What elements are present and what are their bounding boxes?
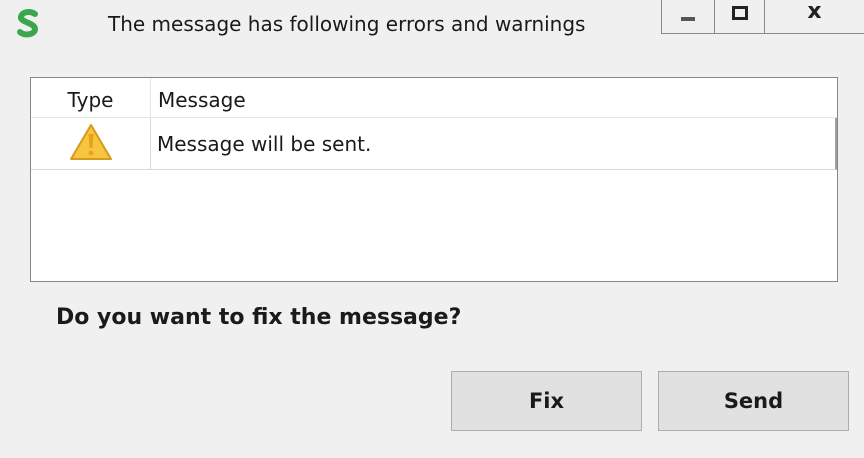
fix-prompt-text: Do you want to fix the message? bbox=[56, 305, 462, 330]
close-icon: x bbox=[807, 0, 822, 24]
column-header-type[interactable]: Type bbox=[31, 78, 151, 118]
minimize-icon bbox=[681, 16, 695, 21]
maximize-button[interactable] bbox=[714, 0, 764, 34]
maximize-icon bbox=[731, 5, 748, 20]
window-title: The message has following errors and war… bbox=[108, 12, 586, 36]
column-header-message[interactable]: Message bbox=[152, 78, 837, 118]
minimize-button[interactable] bbox=[661, 0, 714, 34]
dialog-window: The message has following errors and war… bbox=[0, 0, 864, 458]
fix-button[interactable]: Fix bbox=[451, 371, 642, 431]
title-bar[interactable]: The message has following errors and war… bbox=[0, 0, 864, 50]
send-button[interactable]: Send bbox=[658, 371, 849, 431]
close-button[interactable]: x bbox=[764, 0, 864, 34]
list-header: Type Message bbox=[31, 78, 837, 118]
type-cell bbox=[31, 118, 151, 169]
messages-list[interactable]: Type Message Message will be sent. bbox=[30, 77, 838, 282]
warning-icon bbox=[69, 123, 113, 165]
green-s-logo-icon bbox=[16, 8, 40, 38]
list-item[interactable]: Message will be sent. bbox=[31, 118, 837, 170]
message-cell: Message will be sent. bbox=[157, 132, 372, 156]
